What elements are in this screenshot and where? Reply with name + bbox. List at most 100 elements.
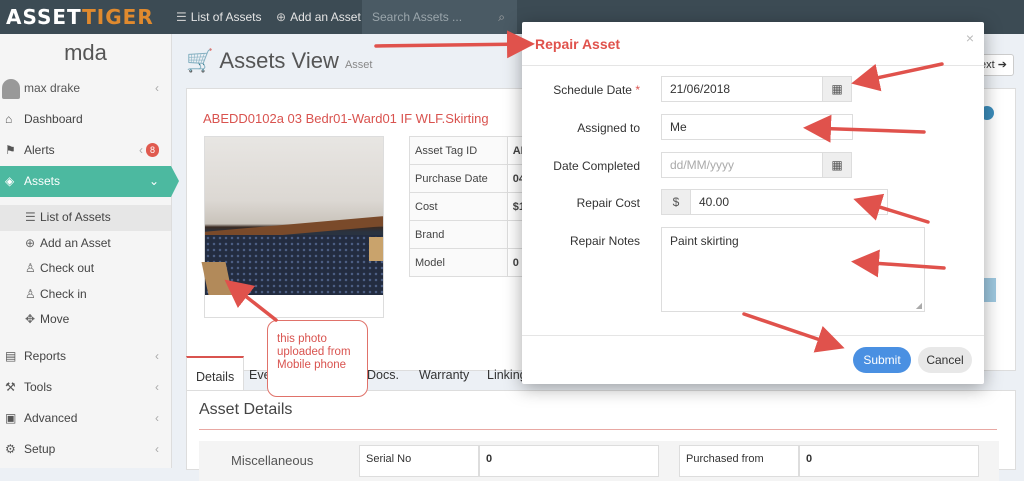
section-title: Asset Details [199,401,293,418]
tab-warranty[interactable]: Warranty [410,356,478,390]
serial-value: 0 [486,453,493,465]
photo-callout: this photo uploaded from Mobile phone [267,320,368,397]
divider [522,65,984,66]
modal-title: Repair Asset [535,36,621,52]
table-cell-label: Asset Tag ID [409,136,508,165]
page-title: 🛒 Assets View Asset [186,48,372,74]
repair-notes-label: Repair Notes [569,234,640,248]
sidebar-item-label: Advanced [24,410,78,425]
schedule-date-label: Schedule Date * [522,83,640,97]
sidebar-item-label: Dashboard [24,112,83,126]
sidebar-subitem-move[interactable]: ✥ Move [0,307,171,333]
serial-label: Serial No [366,453,412,465]
date-completed-input[interactable]: dd/MM/yyyy [661,152,823,178]
nav-add-asset[interactable]: ⊕ Add an Asset [276,0,361,34]
table-cell-label: Model [409,248,508,277]
sidebar-item-dashboard[interactable]: ⌂ Dashboard [0,104,171,135]
required-marker: * [635,83,640,97]
nav-add-label: Add an Asset [290,10,361,24]
logo-text-accent: TIGER [82,5,154,29]
search-placeholder: Search Assets ... [372,10,463,24]
sidebar-item-label: Assets [24,174,61,188]
sidebar-subitem-add-asset[interactable]: ⊕ Add an Asset [0,231,171,257]
list-icon: ☰ [25,210,36,224]
asset-name: ABEDD0102a 03 Bedr01-Ward01 IF WLF.Skirt… [203,111,489,126]
tab-details[interactable]: Details [186,356,245,390]
sidebar-subitem-list-of-assets[interactable]: ☰ List of Assets [0,205,171,231]
close-icon[interactable]: × [966,30,974,46]
app-logo[interactable]: ASSETTIGER [0,0,172,34]
serial-value-cell: 0 [479,445,659,477]
search-input[interactable]: Search Assets ... ⌕ [362,0,517,34]
company-name: mda [64,40,107,65]
assigned-to-value: Me [670,120,687,134]
callout-text: this photo uploaded from Mobile phone [277,333,351,371]
currency-addon: $ [661,189,691,215]
chevron-left-icon: ‹ [155,348,159,363]
flag-icon: ⚑ [5,143,16,157]
sidebar-subitem-check-in[interactable]: ♙ Check in [0,282,171,308]
purchased-label-cell: Purchased from [679,445,799,477]
sidebar-subitem-label: List of Assets [40,210,111,224]
serial-label-cell: Serial No [359,445,479,477]
tag-icon: ◈ [5,174,15,188]
sidebar-item-assets[interactable]: ◈ Assets ⌄ [0,166,179,197]
misc-label: Miscellaneous [231,453,314,468]
list-icon: ☰ [176,10,187,24]
schedule-label-text: Schedule Date [553,83,632,97]
sidebar-item-label: Tools [24,379,53,394]
divider [199,429,997,430]
home-icon: ⌂ [5,112,13,126]
alerts-badge: 8 [145,143,159,157]
sidebar-item-setup[interactable]: ⚙ Setup ‹ [0,434,171,465]
sidebar-item-label: Reports [24,348,67,363]
cancel-button[interactable]: Cancel [918,347,972,373]
calendar-icon[interactable]: ▦ [822,76,852,102]
sidebar-subitem-label: Add an Asset [40,235,111,250]
sidebar-item-alerts[interactable]: ⚑ Alerts ‹ 8 [0,135,171,166]
plus-circle-icon: ⊕ [276,10,287,24]
assigned-to-label: Assigned to [577,121,640,135]
table-row: Asset Tag ID AE [409,136,530,165]
table-cell-label: Purchase Date [409,164,508,193]
table-cell-label: Brand [409,220,508,249]
search-icon[interactable]: ⌕ [498,0,505,34]
asset-photo[interactable] [201,137,383,295]
sidebar: mda max drake ‹ ⌂ Dashboard ⚑ Alerts ‹ 8 ◈ As… [0,34,179,468]
repair-notes-textarea[interactable]: Paint skirting ◢ [661,227,925,312]
assigned-to-input[interactable]: Me [661,114,853,140]
submit-button[interactable]: Submit [853,347,911,373]
sidebar-subitem-label: Check out [40,261,95,275]
chevron-left-icon: ‹ [139,143,143,157]
move-icon: ✥ [25,312,36,326]
repair-notes-value: Paint skirting [670,234,739,248]
schedule-date-input[interactable]: 21/06/2018 [661,76,823,102]
repair-asset-modal: Repair Asset × Schedule Date * 21/06/201… [522,22,984,384]
sidebar-subitem-check-out[interactable]: ♙ Check out [0,256,171,282]
nav-list-label: List of Assets [190,10,262,24]
sidebar-item-reports[interactable]: ▤ Reports ‹ [0,341,171,372]
sidebar-item-tools[interactable]: ⚒ Tools ‹ [0,372,171,403]
repair-cost-value: 40.00 [699,195,730,209]
repair-cost-input[interactable]: 40.00 [690,189,888,215]
chevron-left-icon: ‹ [155,81,159,95]
table-cell-label: Cost [409,192,508,221]
sidebar-item-label: Setup [24,441,56,456]
calendar-icon[interactable]: ▦ [822,152,852,178]
table-row: Brand [409,220,530,249]
schedule-date-value: 21/06/2018 [670,82,731,96]
asset-details-section: Asset Details Miscellaneous Serial No 0 … [186,390,1016,481]
wrench-icon: ⚒ [5,379,16,394]
arrow-right-icon: ➔ [997,59,1007,71]
repair-cost-label: Repair Cost [576,196,640,210]
logo-text: ASSET [6,5,83,29]
user-icon: ♙ [25,261,36,275]
side-strip [984,278,996,302]
date-completed-placeholder: dd/MM/yyyy [670,158,735,172]
nav-list-of-assets[interactable]: ☰ List of Assets [176,0,261,34]
resize-handle-icon[interactable]: ◢ [916,301,922,310]
table-row: Cost $1 [409,192,530,221]
sidebar-item-advanced[interactable]: ▣ Advanced ‹ [0,403,171,434]
user-menu[interactable]: max drake ‹ [0,72,171,104]
table-row: Model 0 [409,248,530,277]
